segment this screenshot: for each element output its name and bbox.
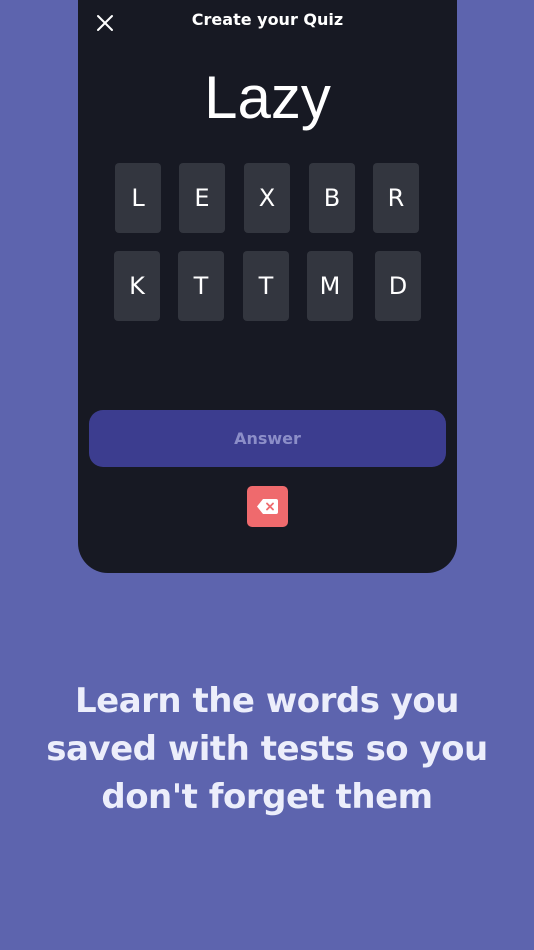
delete-letter-button[interactable] <box>247 486 288 527</box>
letter-tile[interactable]: R <box>373 163 419 233</box>
letter-tile[interactable]: K <box>114 251 160 321</box>
letter-tile[interactable]: B <box>309 163 355 233</box>
letter-tile[interactable]: T <box>178 251 224 321</box>
quiz-word: Lazy <box>204 64 331 131</box>
letter-tile[interactable]: M <box>307 251 353 321</box>
promo-caption: Learn the words you saved with tests so … <box>46 681 488 817</box>
answer-button[interactable]: Answer <box>89 410 446 467</box>
letter-tile[interactable]: D <box>375 251 421 321</box>
page-title: Create your Quiz <box>191 10 344 29</box>
quiz-card: Create your Quiz Lazy L E X B R K T T M … <box>78 0 457 573</box>
letter-tile[interactable]: X <box>244 163 290 233</box>
letter-tile[interactable]: L <box>115 163 161 233</box>
letter-tile[interactable]: E <box>179 163 225 233</box>
backspace-icon <box>257 499 278 514</box>
letter-tile[interactable]: T <box>243 251 289 321</box>
